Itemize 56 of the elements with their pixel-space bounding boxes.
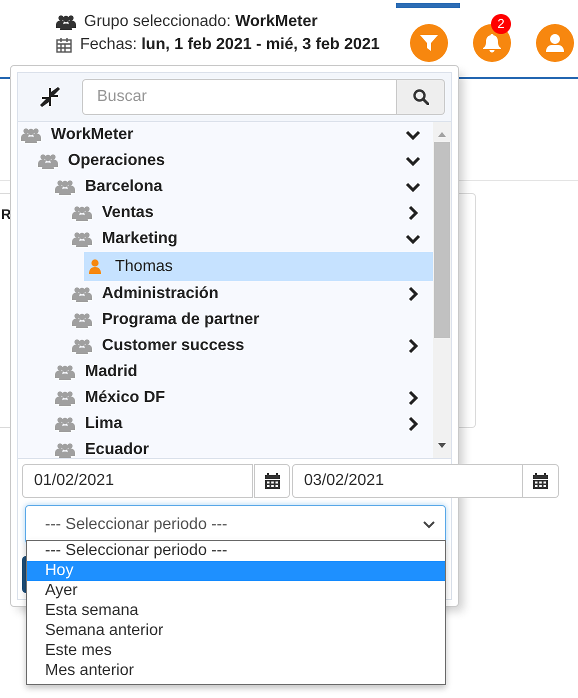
calendar-icon bbox=[56, 37, 72, 53]
search-button[interactable] bbox=[397, 79, 445, 115]
period-option[interactable]: Este mes bbox=[27, 641, 445, 661]
calendar-button[interactable] bbox=[523, 464, 559, 498]
group-icon bbox=[72, 205, 92, 221]
tree-item[interactable]: Thomas bbox=[84, 252, 433, 281]
filter-button[interactable] bbox=[410, 24, 448, 62]
selected-group-text: Grupo seleccionado: WorkMeter bbox=[84, 13, 318, 31]
search-icon bbox=[412, 89, 428, 105]
tree-item[interactable]: WorkMeter bbox=[18, 122, 433, 148]
calendar-icon bbox=[264, 473, 280, 489]
tree-item[interactable]: Barcelona bbox=[18, 174, 433, 200]
tree-item[interactable]: Ventas bbox=[18, 200, 433, 226]
period-option[interactable]: Esta semana bbox=[27, 601, 445, 621]
calendar-icon bbox=[533, 473, 548, 489]
group-icon bbox=[21, 127, 41, 143]
group-icon bbox=[55, 416, 75, 432]
group-icon bbox=[72, 338, 92, 354]
filter-icon bbox=[420, 35, 438, 51]
date-range-text: Fechas: lun, 1 feb 2021 - mié, 3 feb 2021 bbox=[80, 36, 380, 54]
user-icon bbox=[546, 34, 564, 52]
notification-badge: 2 bbox=[491, 14, 511, 34]
scrollbar[interactable] bbox=[433, 122, 451, 458]
tree-item[interactable]: Operaciones bbox=[18, 148, 433, 174]
tree-item[interactable]: Customer success bbox=[18, 333, 433, 359]
active-tab-indicator bbox=[396, 3, 460, 8]
date-field[interactable]: 01/02/2021 bbox=[22, 464, 253, 498]
group-icon bbox=[55, 442, 75, 458]
bell-icon bbox=[483, 34, 501, 52]
period-option[interactable]: --- Seleccionar periodo --- bbox=[27, 541, 445, 561]
card-title: R bbox=[1, 206, 12, 222]
tree-item[interactable]: Madrid bbox=[18, 359, 433, 385]
date-field[interactable]: 03/02/2021 bbox=[292, 464, 523, 498]
chevron-down-icon bbox=[423, 520, 435, 528]
group-icon bbox=[55, 179, 75, 195]
period-option[interactable]: Semana anterior bbox=[27, 621, 445, 641]
period-option[interactable]: Ayer bbox=[27, 581, 445, 601]
group-icon bbox=[72, 231, 92, 247]
collapse-icon bbox=[40, 87, 60, 107]
group-icon bbox=[38, 153, 58, 169]
tree-item[interactable]: Marketing bbox=[18, 226, 433, 252]
group-icon bbox=[55, 390, 75, 406]
tree-item[interactable]: Lima bbox=[18, 411, 433, 437]
calendar-button[interactable] bbox=[254, 464, 290, 498]
period-option[interactable]: Mes anterior bbox=[27, 661, 445, 681]
group-icon bbox=[55, 364, 75, 380]
search-field[interactable]: Buscar bbox=[82, 79, 397, 115]
group-icon bbox=[56, 14, 76, 30]
user-button[interactable] bbox=[536, 24, 574, 62]
person-icon bbox=[89, 259, 101, 274]
tree-item[interactable]: Programa de partner bbox=[18, 307, 433, 333]
tree-item[interactable]: Administración bbox=[18, 281, 433, 307]
group-icon bbox=[72, 312, 92, 328]
tree-item[interactable]: Ecuador bbox=[18, 437, 433, 458]
tree-item[interactable]: México DF bbox=[18, 385, 433, 411]
group-icon bbox=[72, 286, 92, 302]
